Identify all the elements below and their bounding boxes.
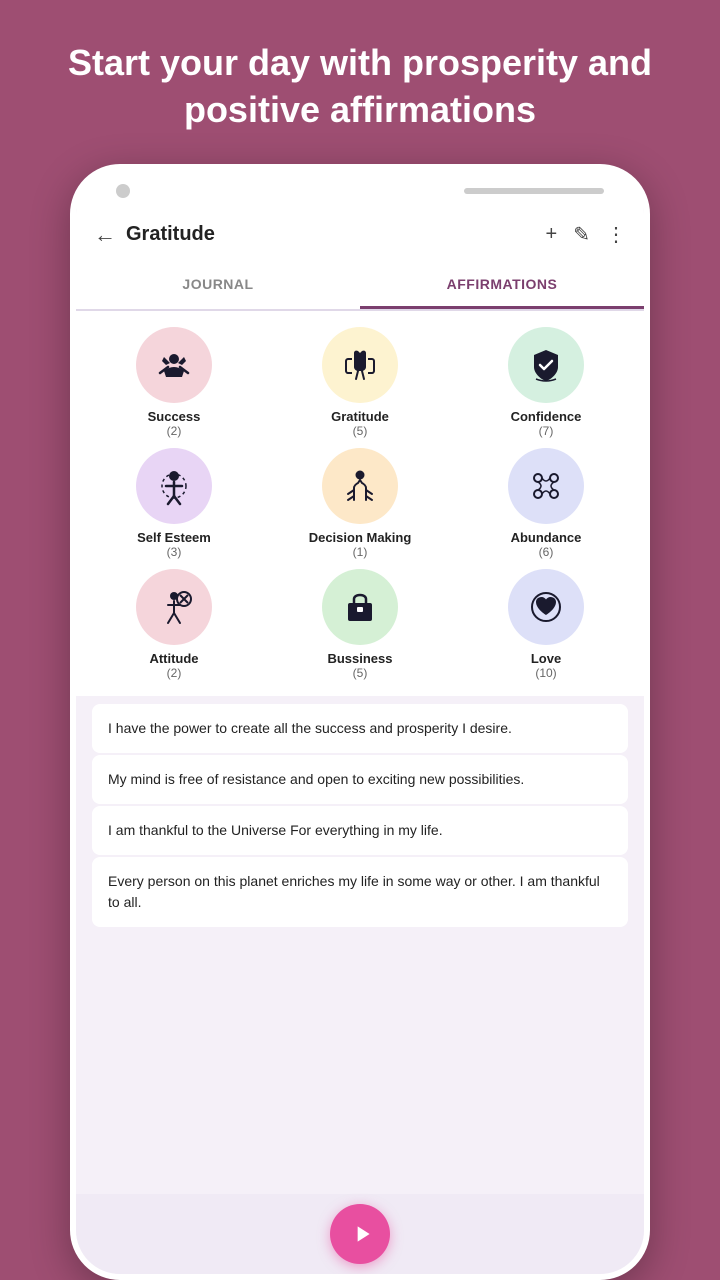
header-title: Gratitude [126, 223, 215, 246]
gratitude-name: Gratitude [331, 409, 389, 424]
more-icon[interactable]: ⋮ [606, 222, 626, 247]
app-content: ← Gratitude + ✎ ⋮ JOURNAL AFFIRMATIONS [76, 208, 644, 1274]
play-button[interactable] [330, 1204, 390, 1264]
category-attitude[interactable]: Attitude (2) [86, 569, 262, 680]
gratitude-icon-circle [322, 327, 398, 403]
decision-making-name: Decision Making [309, 530, 412, 545]
love-icon-circle [508, 569, 584, 645]
categories-grid: Success (2) Gratitude (5) [76, 311, 644, 696]
category-gratitude[interactable]: Gratitude (5) [272, 327, 448, 438]
decision-making-count: (1) [353, 545, 368, 559]
abundance-name: Abundance [511, 530, 582, 545]
success-icon-circle [136, 327, 212, 403]
back-button[interactable]: ← [94, 222, 116, 248]
success-count: (2) [167, 424, 182, 438]
attitude-icon-circle [136, 569, 212, 645]
decision-making-icon-circle [322, 448, 398, 524]
header-icons: + ✎ ⋮ [546, 222, 626, 247]
attitude-count: (2) [167, 666, 182, 680]
app-header: ← Gratitude + ✎ ⋮ [76, 208, 644, 262]
add-icon[interactable]: + [546, 223, 558, 246]
category-success[interactable]: Success (2) [86, 327, 262, 438]
affirmation-2[interactable]: My mind is free of resistance and open t… [92, 755, 628, 804]
gratitude-count: (5) [353, 424, 368, 438]
tab-affirmations[interactable]: AFFIRMATIONS [360, 262, 644, 309]
category-decision-making[interactable]: Decision Making (1) [272, 448, 448, 559]
business-name: Bussiness [327, 651, 392, 666]
affirmations-list: I have the power to create all the succe… [76, 696, 644, 1194]
header-left: ← Gratitude [94, 222, 215, 248]
notch-camera [116, 184, 130, 198]
affirmation-1[interactable]: I have the power to create all the succe… [92, 704, 628, 753]
category-self-esteem[interactable]: Self Esteem (3) [86, 448, 262, 559]
business-count: (5) [353, 666, 368, 680]
self-esteem-icon-circle [136, 448, 212, 524]
edit-icon[interactable]: ✎ [573, 222, 590, 247]
confidence-icon-circle [508, 327, 584, 403]
tabs: JOURNAL AFFIRMATIONS [76, 262, 644, 311]
phone-notch [76, 170, 644, 208]
confidence-name: Confidence [511, 409, 582, 424]
business-icon-circle [322, 569, 398, 645]
tab-journal[interactable]: JOURNAL [76, 262, 360, 309]
category-love[interactable]: Love (10) [458, 569, 634, 680]
category-confidence[interactable]: Confidence (7) [458, 327, 634, 438]
self-esteem-count: (3) [167, 545, 182, 559]
bottom-bar [76, 1194, 644, 1274]
confidence-count: (7) [539, 424, 554, 438]
self-esteem-name: Self Esteem [137, 530, 211, 545]
hero-title: Start your day with prosperity and posit… [0, 0, 720, 164]
notch-bar [464, 188, 604, 194]
abundance-count: (6) [539, 545, 554, 559]
category-business[interactable]: Bussiness (5) [272, 569, 448, 680]
success-name: Success [148, 409, 201, 424]
affirmation-3[interactable]: I am thankful to the Universe For everyt… [92, 806, 628, 855]
attitude-name: Attitude [149, 651, 198, 666]
love-name: Love [531, 651, 561, 666]
affirmation-4[interactable]: Every person on this planet enriches my … [92, 857, 628, 927]
love-count: (10) [535, 666, 556, 680]
phone-mockup: ← Gratitude + ✎ ⋮ JOURNAL AFFIRMATIONS [70, 164, 650, 1280]
category-abundance[interactable]: Abundance (6) [458, 448, 634, 559]
abundance-icon-circle [508, 448, 584, 524]
